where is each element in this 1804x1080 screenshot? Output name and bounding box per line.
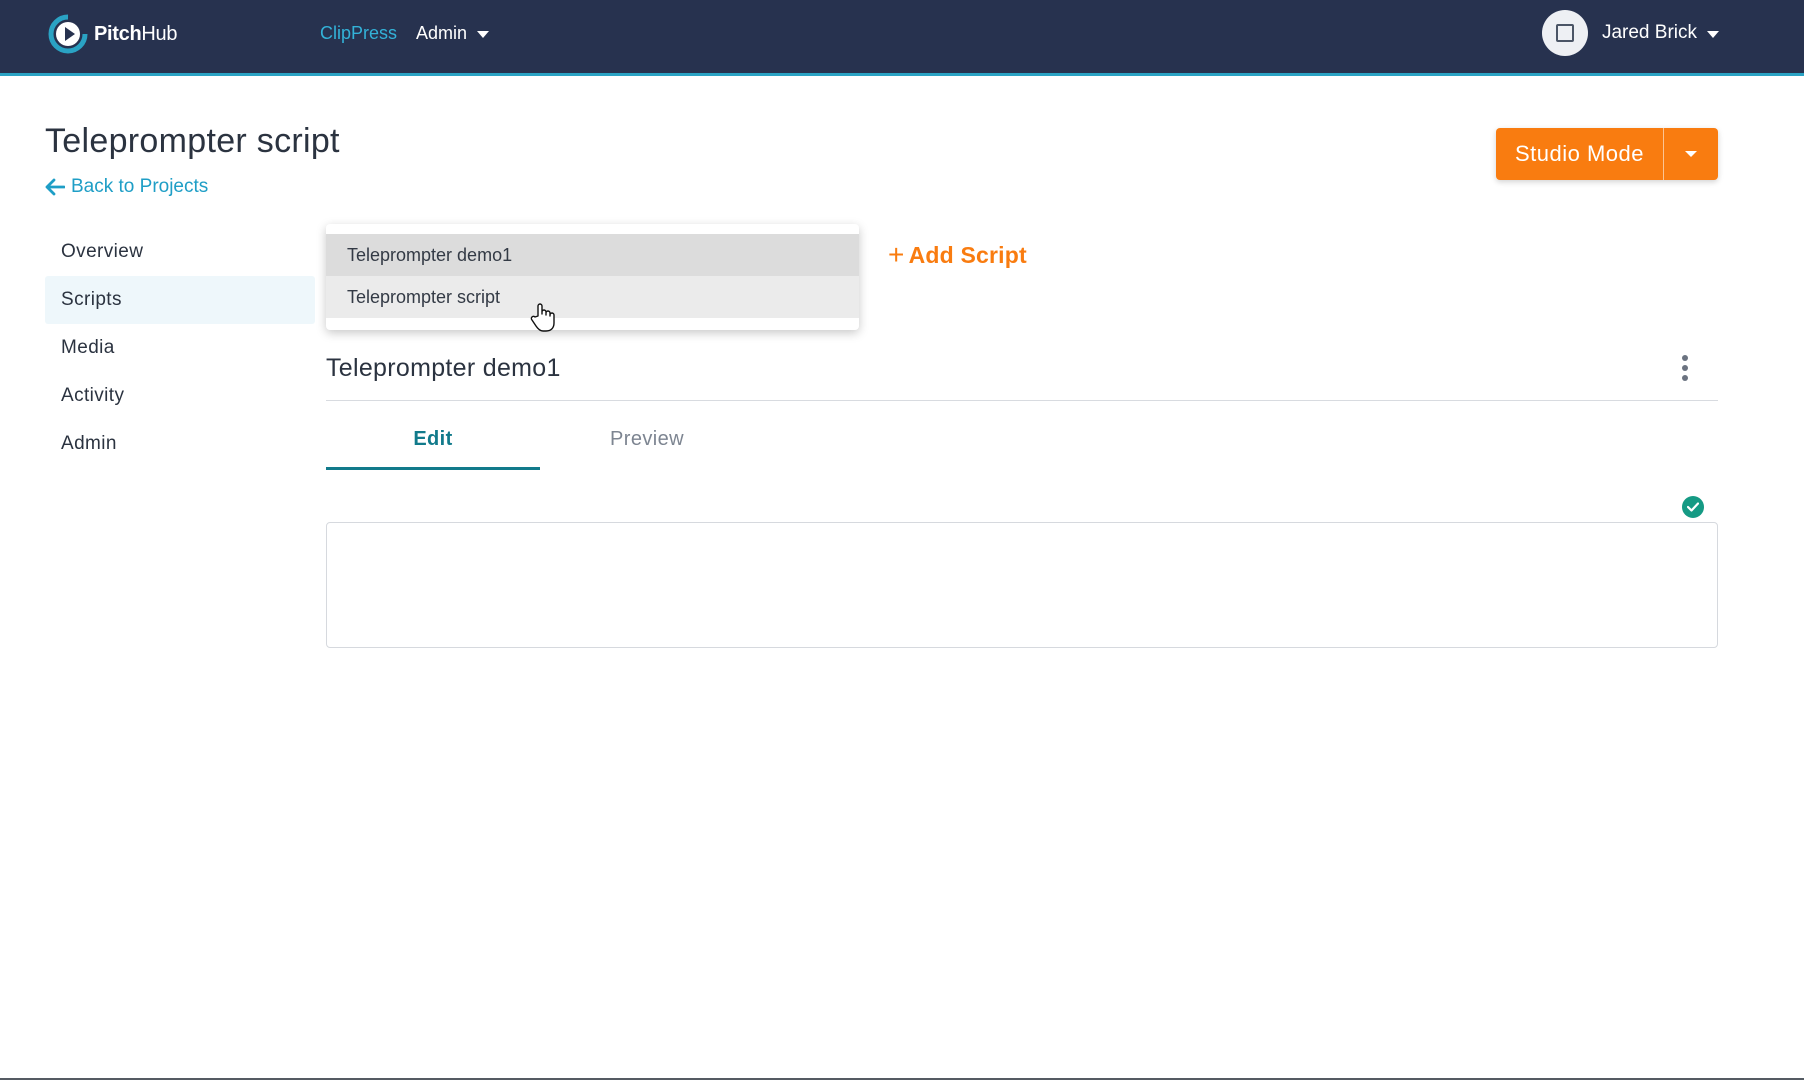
dropdown-option-teleprompter-script[interactable]: Teleprompter script	[326, 276, 859, 318]
sidebar-item-overview[interactable]: Overview	[45, 228, 315, 276]
check-circle-icon	[1682, 496, 1704, 518]
pitchhub-logo[interactable]: PitchHub	[48, 14, 178, 54]
nav-admin-menu[interactable]: Admin	[416, 23, 490, 44]
sidebar-item-media[interactable]: Media	[45, 324, 315, 372]
sidebar-item-scripts[interactable]: Scripts	[45, 276, 315, 324]
user-name: Jared Brick	[1601, 22, 1697, 43]
logo-text: PitchHub	[94, 22, 178, 45]
script-title: Teleprompter demo1	[326, 354, 561, 382]
chevron-down-icon	[1685, 151, 1697, 157]
user-menu[interactable]: Jared Brick	[1541, 10, 1719, 56]
project-sidebar: Overview Scripts Media Activity Admin	[45, 228, 315, 468]
avatar[interactable]	[1541, 10, 1588, 56]
studio-mode-dropdown-button[interactable]	[1664, 128, 1718, 180]
tab-edit[interactable]: Edit	[326, 428, 540, 470]
chevron-down-icon	[1707, 30, 1719, 38]
add-script-button[interactable]: + Add Script	[888, 241, 1027, 269]
more-vertical-icon[interactable]	[1672, 352, 1698, 384]
hand-cursor-icon	[530, 303, 555, 332]
avatar-icon	[1555, 24, 1574, 42]
nav-clippress[interactable]: ClipPress	[320, 23, 397, 44]
tab-preview[interactable]: Preview	[540, 428, 754, 470]
plus-icon: +	[888, 239, 905, 270]
nav-admin-label: Admin	[416, 23, 468, 43]
studio-mode-button[interactable]: Studio Mode	[1496, 128, 1664, 180]
back-to-projects-link[interactable]: Back to Projects	[45, 176, 208, 198]
script-select-dropdown[interactable]: Teleprompter demo1 Teleprompter script	[326, 224, 859, 330]
arrow-left-icon	[45, 178, 65, 196]
back-link-label: Back to Projects	[71, 176, 209, 197]
sidebar-item-activity[interactable]: Activity	[45, 372, 315, 420]
script-editor-textarea[interactable]	[326, 522, 1718, 648]
pitchhub-logo-icon	[48, 14, 88, 54]
divider	[326, 400, 1718, 401]
studio-mode-split-button: Studio Mode	[1496, 128, 1718, 180]
chevron-down-icon	[477, 31, 490, 38]
page-title: Teleprompter script	[45, 122, 340, 160]
dropdown-option-teleprompter-demo1[interactable]: Teleprompter demo1	[326, 234, 859, 276]
sidebar-item-admin[interactable]: Admin	[45, 420, 315, 468]
top-navbar: PitchHub ClipPress Admin Jared Brick	[0, 0, 1804, 76]
add-script-label: Add Script	[908, 241, 1027, 268]
